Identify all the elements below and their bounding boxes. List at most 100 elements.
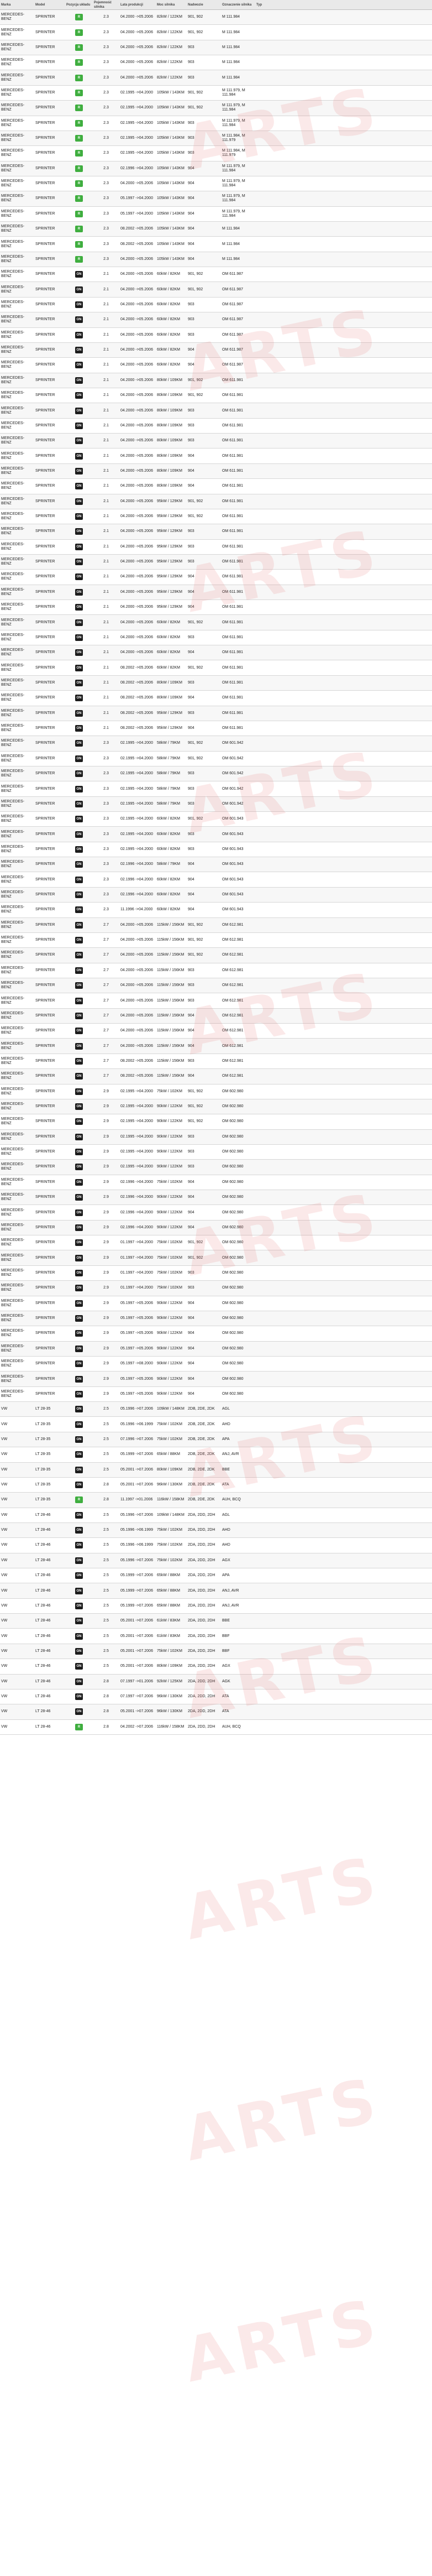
header-type[interactable]: Typ — [255, 0, 272, 9]
table-row[interactable]: MERCEDES-BENZ SPRINTER ON 2.9 02.1995 ->04.2… — [0, 1145, 432, 1160]
table-row[interactable]: VW LT 28-46 ON 2.5 05.1996 ->07.2006 75kW / 1… — [0, 1553, 432, 1569]
table-row[interactable]: MERCEDES-BENZ SPRINTER ON 2.9 05.1997 ->05.2… — [0, 1387, 432, 1402]
table-row[interactable]: MERCEDES-BENZ SPRINTER ON 2.3 02.1995 ->04.2… — [0, 736, 432, 752]
table-row[interactable]: MERCEDES-BENZ SPRINTER R 2.3 02.1995 ->04.20… — [0, 101, 432, 116]
table-row[interactable]: VW LT 28-46 ON 2.5 05.2001 ->07.2006 75kW / 1… — [0, 1644, 432, 1660]
table-row[interactable]: MERCEDES-BENZ SPRINTER ON 2.9 01.1997 ->04.2… — [0, 1266, 432, 1281]
header-model[interactable]: Model — [34, 0, 65, 9]
table-row[interactable]: MERCEDES-BENZ SPRINTER ON 2.9 01.1997 ->04.2… — [0, 1235, 432, 1251]
header-position[interactable]: Pozycja układu — [65, 0, 93, 9]
table-row[interactable]: MERCEDES-BENZ SPRINTER ON 2.1 04.2000 ->05.2… — [0, 388, 432, 404]
table-row[interactable]: MERCEDES-BENZ SPRINTER R 2.3 04.2000 ->05.20… — [0, 252, 432, 268]
table-row[interactable]: MERCEDES-BENZ SPRINTER ON 2.1 04.2000 ->05.2… — [0, 403, 432, 419]
table-row[interactable]: MERCEDES-BENZ SPRINTER R 2.3 02.1995 ->04.20… — [0, 116, 432, 131]
table-row[interactable]: VW LT 28-35 ON 2.8 05.2001 ->07.2006 96kW / 1… — [0, 1478, 432, 1493]
table-row[interactable]: MERCEDES-BENZ SPRINTER R 2.3 04.2000 ->05.20… — [0, 40, 432, 56]
table-row[interactable]: MERCEDES-BENZ SPRINTER ON 2.1 04.2000 ->05.2… — [0, 494, 432, 509]
table-row[interactable]: VW LT 28-46 ON 2.8 07.1997 ->07.2006 96kW / 1… — [0, 1689, 432, 1705]
table-row[interactable]: MERCEDES-BENZ SPRINTER ON 2.7 04.2000 ->05.2… — [0, 917, 432, 933]
table-row[interactable]: MERCEDES-BENZ SPRINTER ON 2.1 08.2002 ->05.2… — [0, 691, 432, 706]
table-row[interactable]: MERCEDES-BENZ SPRINTER R 2.3 02.1996 ->04.20… — [0, 161, 432, 176]
table-row[interactable]: MERCEDES-BENZ SPRINTER ON 2.3 02.1996 ->04.2… — [0, 872, 432, 888]
table-row[interactable]: MERCEDES-BENZ SPRINTER R 2.3 04.2000 ->05.20… — [0, 176, 432, 192]
header-years[interactable]: Lata produkcji — [119, 0, 156, 9]
table-row[interactable]: MERCEDES-BENZ SPRINTER ON 2.1 08.2002 ->05.2… — [0, 721, 432, 737]
table-row[interactable]: MERCEDES-BENZ SPRINTER ON 2.1 04.2000 ->05.2… — [0, 434, 432, 449]
table-row[interactable]: MERCEDES-BENZ SPRINTER R 2.3 04.2000 ->05.20… — [0, 70, 432, 86]
table-row[interactable]: MERCEDES-BENZ SPRINTER ON 2.9 01.1997 ->04.2… — [0, 1281, 432, 1296]
table-row[interactable]: MERCEDES-BENZ SPRINTER ON 2.9 02.1995 ->04.2… — [0, 1160, 432, 1175]
table-row[interactable]: MERCEDES-BENZ SPRINTER R 2.3 08.2002 ->05.20… — [0, 222, 432, 237]
table-row[interactable]: VW LT 28-46 ON 2.5 05.1999 ->07.2006 65kW / 8… — [0, 1583, 432, 1599]
table-row[interactable]: MERCEDES-BENZ SPRINTER ON 2.7 04.2000 ->05.2… — [0, 978, 432, 994]
table-row[interactable]: MERCEDES-BENZ SPRINTER ON 2.7 08.2002 ->05.2… — [0, 1069, 432, 1084]
table-row[interactable]: VW LT 28-46 ON 2.5 05.1996 ->07.2006 109kW / … — [0, 1508, 432, 1523]
table-row[interactable]: MERCEDES-BENZ SPRINTER ON 2.7 04.2000 ->05.2… — [0, 1008, 432, 1024]
table-row[interactable]: MERCEDES-BENZ SPRINTER ON 2.1 04.2000 ->05.2… — [0, 419, 432, 434]
table-row[interactable]: MERCEDES-BENZ SPRINTER ON 2.1 08.2002 ->05.2… — [0, 706, 432, 721]
table-row[interactable]: MERCEDES-BENZ SPRINTER R 2.3 05.1997 ->04.20… — [0, 207, 432, 222]
table-row[interactable]: MERCEDES-BENZ SPRINTER ON 2.3 02.1995 ->04.2… — [0, 842, 432, 858]
table-row[interactable]: VW LT 28-35 ON 2.5 05.2001 ->07.2006 80kW / 1… — [0, 1462, 432, 1478]
table-row[interactable]: MERCEDES-BENZ SPRINTER ON 2.7 04.2000 ->05.2… — [0, 948, 432, 963]
table-row[interactable]: MERCEDES-BENZ SPRINTER ON 2.1 04.2000 ->05.2… — [0, 282, 432, 298]
table-row[interactable]: MERCEDES-BENZ SPRINTER ON 2.1 04.2000 ->05.2… — [0, 298, 432, 313]
header-capacity[interactable]: Pojemność silnika — [93, 0, 119, 9]
table-row[interactable]: VW LT 28-46 ON 2.5 05.2001 ->07.2006 61kW / 8… — [0, 1614, 432, 1629]
table-row[interactable]: MERCEDES-BENZ SPRINTER R 2.3 02.1995 ->04.20… — [0, 146, 432, 161]
table-row[interactable]: MERCEDES-BENZ SPRINTER R 2.3 04.2000 ->05.20… — [0, 55, 432, 71]
table-row[interactable]: VW LT 28-35 ON 2.5 05.1999 ->07.2006 65kW / 8… — [0, 1447, 432, 1463]
table-row[interactable]: MERCEDES-BENZ SPRINTER R 2.3 04.2000 ->05.20… — [0, 25, 432, 40]
table-row[interactable]: MERCEDES-BENZ SPRINTER ON 2.3 02.1995 ->04.2… — [0, 827, 432, 842]
table-row[interactable]: MERCEDES-BENZ SPRINTER ON 2.7 04.2000 ->05.2… — [0, 993, 432, 1009]
table-row[interactable]: MERCEDES-BENZ SPRINTER ON 2.9 02.1996 ->04.2… — [0, 1205, 432, 1221]
table-row[interactable]: MERCEDES-BENZ SPRINTER ON 2.9 02.1996 ->04.2… — [0, 1175, 432, 1191]
table-row[interactable]: MERCEDES-BENZ SPRINTER ON 2.3 02.1996 ->04.2… — [0, 857, 432, 873]
table-row[interactable]: MERCEDES-BENZ SPRINTER ON 2.3 02.1995 ->04.2… — [0, 766, 432, 782]
table-row[interactable]: VW LT 28-46 ON 2.5 05.1999 ->07.2006 65kW / 8… — [0, 1599, 432, 1614]
table-row[interactable]: VW LT 28-46 ON 2.5 05.1996 ->06.1999 75kW / 1… — [0, 1522, 432, 1539]
table-row[interactable]: MERCEDES-BENZ SPRINTER ON 2.9 02.1996 ->04.2… — [0, 1220, 432, 1236]
table-row[interactable]: MERCEDES-BENZ SPRINTER ON 2.1 04.2000 ->05.2… — [0, 267, 432, 283]
table-row[interactable]: MERCEDES-BENZ SPRINTER ON 2.1 04.2000 ->05.2… — [0, 449, 432, 464]
table-row[interactable]: MERCEDES-BENZ SPRINTER R 2.3 02.1995 ->04.20… — [0, 86, 432, 101]
table-row[interactable]: MERCEDES-BENZ SPRINTER ON 2.3 02.1995 ->04.2… — [0, 781, 432, 797]
table-row[interactable]: MERCEDES-BENZ SPRINTER ON 2.3 02.1996 ->04.2… — [0, 887, 432, 903]
table-row[interactable]: VW LT 28-35 R 2.8 11.1997 ->01.2006 116kW / 1… — [0, 1493, 432, 1508]
table-row[interactable]: MERCEDES-BENZ SPRINTER ON 2.1 08.2002 ->05.2… — [0, 660, 432, 676]
table-row[interactable]: MERCEDES-BENZ SPRINTER ON 2.9 02.1995 ->04.2… — [0, 1084, 432, 1099]
header-make[interactable]: Marka — [0, 0, 34, 9]
table-row[interactable]: MERCEDES-BENZ SPRINTER R 2.3 08.2002 ->05.20… — [0, 237, 432, 252]
table-row[interactable]: MERCEDES-BENZ SPRINTER ON 2.9 02.1996 ->04.2… — [0, 1190, 432, 1206]
table-row[interactable]: MERCEDES-BENZ SPRINTER R 2.3 02.1995 ->04.20… — [0, 131, 432, 147]
table-row[interactable]: MERCEDES-BENZ SPRINTER ON 2.1 04.2000 ->05.2… — [0, 585, 432, 601]
table-row[interactable]: MERCEDES-BENZ SPRINTER ON 2.9 02.1995 ->04.2… — [0, 1114, 432, 1130]
header-power[interactable]: Moc silnika — [156, 0, 187, 9]
table-row[interactable]: VW LT 28-46 ON 2.8 07.1997 ->01.2006 92kW / 1… — [0, 1674, 432, 1689]
table-row[interactable]: MERCEDES-BENZ SPRINTER ON 2.3 02.1995 ->04.2… — [0, 752, 432, 766]
table-row[interactable]: MERCEDES-BENZ SPRINTER ON 2.7 04.2000 ->05.2… — [0, 1039, 432, 1054]
table-row[interactable]: MERCEDES-BENZ SPRINTER ON 2.9 05.1997 ->08.2… — [0, 1357, 432, 1372]
table-row[interactable]: VW LT 28-35 ON 2.5 05.1996 ->07.2006 109kW / … — [0, 1402, 432, 1417]
table-row[interactable]: MERCEDES-BENZ SPRINTER ON 2.9 02.1995 ->04.2… — [0, 1099, 432, 1115]
table-row[interactable]: VW LT 28-46 ON 2.5 05.2001 ->07.2006 61kW / 8… — [0, 1629, 432, 1644]
table-row[interactable]: MERCEDES-BENZ SPRINTER ON 2.1 04.2000 ->05.2… — [0, 600, 432, 616]
table-row[interactable]: VW LT 28-46 ON 2.5 05.2001 ->07.2006 80kW / 1… — [0, 1659, 432, 1675]
table-row[interactable]: VW LT 28-35 ON 2.5 07.1996 ->07.2006 75kW / 1… — [0, 1432, 432, 1448]
header-body[interactable]: Nadwozie — [187, 0, 221, 9]
table-row[interactable]: MERCEDES-BENZ SPRINTER ON 2.1 04.2000 ->05.2… — [0, 524, 432, 540]
table-row[interactable]: MERCEDES-BENZ SPRINTER ON 2.1 08.2002 ->05.2… — [0, 675, 432, 691]
table-row[interactable]: MERCEDES-BENZ SPRINTER ON 2.9 05.1997 ->05.2… — [0, 1296, 432, 1311]
table-row[interactable]: MERCEDES-BENZ SPRINTER ON 2.7 04.2000 ->05.2… — [0, 963, 432, 978]
table-row[interactable]: MERCEDES-BENZ SPRINTER ON 2.9 05.1997 ->05.2… — [0, 1341, 432, 1357]
table-row[interactable]: MERCEDES-BENZ SPRINTER ON 2.1 04.2000 ->05.2… — [0, 463, 432, 479]
table-row[interactable]: MERCEDES-BENZ SPRINTER ON 2.7 04.2000 ->05.2… — [0, 933, 432, 948]
table-row[interactable]: MERCEDES-BENZ SPRINTER ON 2.1 04.2000 ->05.2… — [0, 509, 432, 525]
table-row[interactable]: MERCEDES-BENZ SPRINTER ON 2.9 05.1997 ->05.2… — [0, 1326, 432, 1342]
table-row[interactable]: MERCEDES-BENZ SPRINTER ON 2.7 08.2002 ->05.2… — [0, 1054, 432, 1070]
table-row[interactable]: MERCEDES-BENZ SPRINTER ON 2.1 04.2000 ->05.2… — [0, 570, 432, 585]
table-row[interactable]: VW LT 28-46 R 2.8 04.2002 ->07.2006 116kW / 1… — [0, 1720, 432, 1735]
table-row[interactable]: MERCEDES-BENZ SPRINTER ON 2.9 02.1995 ->04.2… — [0, 1129, 432, 1145]
table-row[interactable]: MERCEDES-BENZ SPRINTER ON 2.3 02.1995 ->04.2… — [0, 796, 432, 812]
table-row[interactable]: MERCEDES-BENZ SPRINTER ON 2.1 04.2000 ->05.2… — [0, 342, 432, 358]
